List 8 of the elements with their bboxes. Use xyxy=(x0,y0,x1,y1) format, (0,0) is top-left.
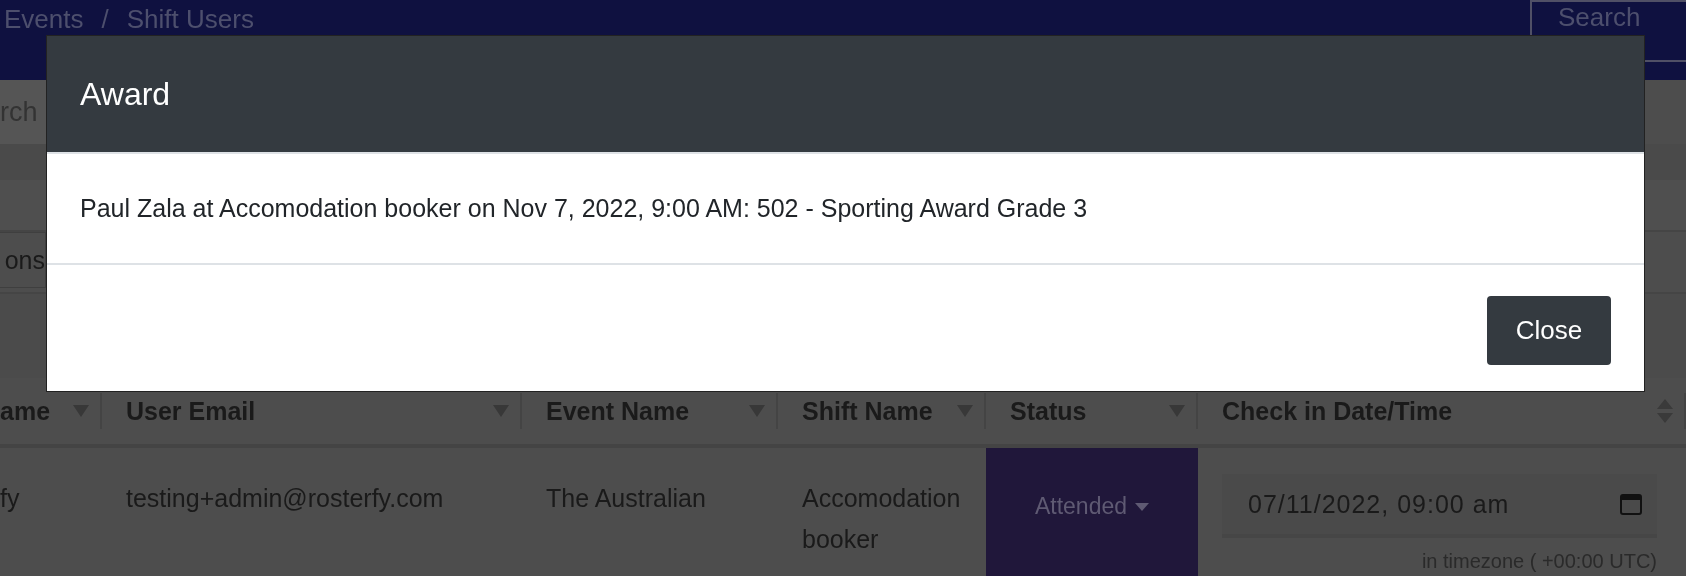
breadcrumb-link[interactable]: Shift Users xyxy=(126,4,254,35)
breadcrumb-link[interactable]: Events xyxy=(4,4,84,35)
calendar-icon[interactable] xyxy=(1619,492,1643,516)
dialog-title: Award xyxy=(80,75,171,113)
award-message: Paul Zala at Accomodation booker on Nov 7, 2022, 9:00 AM: 502 - Sporting Award Grade 3 xyxy=(80,194,1088,222)
caret-icon xyxy=(1135,502,1150,511)
breadcrumb-separator: / xyxy=(101,4,109,35)
close-button[interactable]: Close xyxy=(1487,295,1611,365)
